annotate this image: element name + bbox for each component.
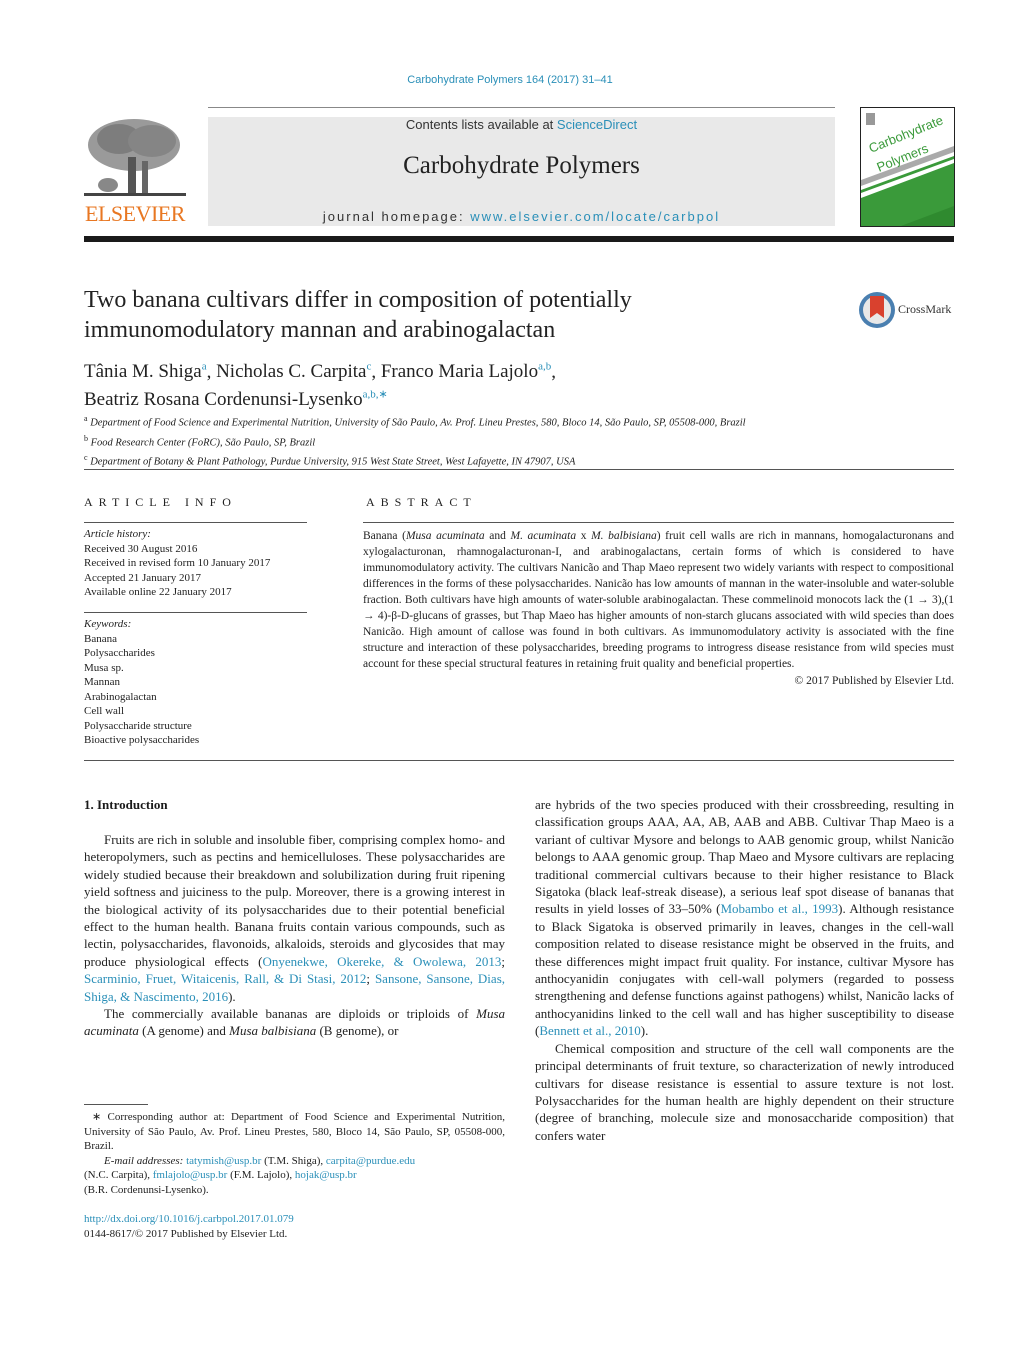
intro-right-column: are hybrids of the two species produced … <box>535 796 954 1144</box>
abstract-body: Banana (Musa acuminata and M. acuminata … <box>363 530 955 687</box>
keyword: Arabinogalactan <box>84 690 157 703</box>
abstract-divider <box>363 522 954 523</box>
homepage-link[interactable]: www.elsevier.com/locate/carbpol <box>470 209 720 224</box>
keywords-label: Keywords: <box>84 618 132 630</box>
author[interactable]: Tânia M. Shigaa <box>84 361 207 382</box>
history-item: Available online 22 January 2017 <box>84 586 232 598</box>
journal-cover-icon: Carbohydrate Polymers <box>861 112 954 226</box>
elsevier-wordmark: ELSEVIER <box>85 201 185 226</box>
article-title: Two banana cultivars differ in compositi… <box>84 287 632 343</box>
footnote-rule <box>84 1104 148 1105</box>
affiliation: a Department of Food Science and Experim… <box>84 414 746 429</box>
reference-link[interactable]: Scarminio, Fruet, Witaicenis, Rall, & Di… <box>84 971 366 986</box>
corresponding-author: ∗ Corresponding author at: Department of… <box>84 1111 505 1153</box>
author[interactable]: Beatriz Rosana Cordenunsi-Lysenkoa,b,∗ <box>84 388 388 409</box>
paragraph: Fruits are rich in soluble and insoluble… <box>84 832 505 1004</box>
keyword: Mannan <box>84 676 121 688</box>
footnote: ∗ Corresponding author at: Department of… <box>84 1110 505 1198</box>
crossmark-icon <box>859 292 895 328</box>
abstract-bottom-divider <box>84 760 954 761</box>
header-divider <box>84 236 954 242</box>
paragraph: are hybrids of the two species produced … <box>535 797 954 1039</box>
section-heading-introduction: 1. Introduction <box>84 797 168 812</box>
intro-left-column: Fruits are rich in soluble and insoluble… <box>84 831 505 1040</box>
homepage-label: journal homepage: <box>322 209 471 224</box>
article-history: Article history: Received 30 August 2016… <box>84 527 307 600</box>
doi-link[interactable]: http://dx.doi.org/10.1016/j.carbpol.2017… <box>84 1213 294 1225</box>
journal-cover[interactable]: Carbohydrate Polymers <box>860 107 955 227</box>
paragraph: Chemical composition and structure of th… <box>535 1040 954 1143</box>
history-item: Received 30 August 2016 <box>84 542 198 555</box>
article-info-divider <box>84 522 307 523</box>
article-info-heading: ARTICLE INFO <box>84 495 237 509</box>
reference-link[interactable]: Onyenekwe, Okereke, & Owolewa, 2013 <box>262 954 501 969</box>
reference-link[interactable]: Bennett et al., 2010 <box>539 1023 640 1038</box>
email-link[interactable]: fmlajolo@usp.br <box>153 1169 228 1181</box>
sciencedirect-link[interactable]: ScienceDirect <box>557 117 637 132</box>
author-list: Tânia M. Shigaa, Nicholas C. Carpitac, F… <box>84 361 556 410</box>
crossmark-button[interactable]: CrossMark <box>858 290 958 330</box>
elsevier-logo: ELSEVIER <box>84 117 186 227</box>
email-link[interactable]: carpita@purdue.edu <box>326 1155 415 1167</box>
keyword: Bioactive polysaccharides <box>84 734 200 746</box>
affiliations-divider <box>84 469 954 470</box>
issn-copyright: 0144-8617/© 2017 Published by Elsevier L… <box>84 1228 288 1240</box>
contents-label: Contents lists available at <box>405 117 557 132</box>
elsevier-tree-icon <box>84 117 186 203</box>
keyword: Cell wall <box>84 705 125 717</box>
keywords-divider <box>84 612 307 613</box>
author[interactable]: Nicholas C. Carpitac <box>216 361 371 382</box>
keyword: Polysaccharides <box>84 647 155 659</box>
journal-citation[interactable]: Carbohydrate Polymers 164 (2017) 31–41 <box>0 74 1020 86</box>
affiliation: b Food Research Center (FoRC), São Paulo… <box>84 433 316 449</box>
email-link[interactable]: hojak@usp.br <box>295 1169 357 1181</box>
doi-block: http://dx.doi.org/10.1016/j.carbpol.2017… <box>84 1212 505 1242</box>
history-item: Received in revised form 10 January 2017 <box>84 557 271 569</box>
affiliations: a Department of Food Science and Experim… <box>84 411 954 470</box>
paragraph: The commercially available bananas are d… <box>84 1006 505 1039</box>
abstract-copyright: © 2017 Published by Elsevier Ltd. <box>794 675 954 687</box>
history-item: Accepted 21 January 2017 <box>84 571 201 584</box>
email-link[interactable]: tatymish@usp.br <box>186 1155 261 1167</box>
keyword: Banana <box>84 632 117 645</box>
header-rule <box>208 107 835 108</box>
email-addresses: E-mail addresses: tatymish@usp.br (T.M. … <box>84 1154 416 1196</box>
keyword: Polysaccharide structure <box>84 719 192 732</box>
crossmark-label: CrossMark <box>898 302 952 316</box>
keywords: Keywords: Banana Polysaccharides Musa sp… <box>84 617 307 748</box>
affiliation: c Department of Botany & Plant Pathology… <box>84 453 576 468</box>
history-label: Article history: <box>84 528 151 540</box>
homepage-line: journal homepage: www.elsevier.com/locat… <box>208 209 835 224</box>
contents-line: Contents lists available at ScienceDirec… <box>208 117 835 132</box>
author[interactable]: Franco Maria Lajoloa,b <box>381 361 551 382</box>
abstract-heading: ABSTRACT <box>366 495 477 509</box>
reference-link[interactable]: Mobambo et al., 1993 <box>720 901 838 916</box>
keyword: Musa sp. <box>84 661 124 674</box>
journal-name: Carbohydrate Polymers <box>403 152 640 179</box>
